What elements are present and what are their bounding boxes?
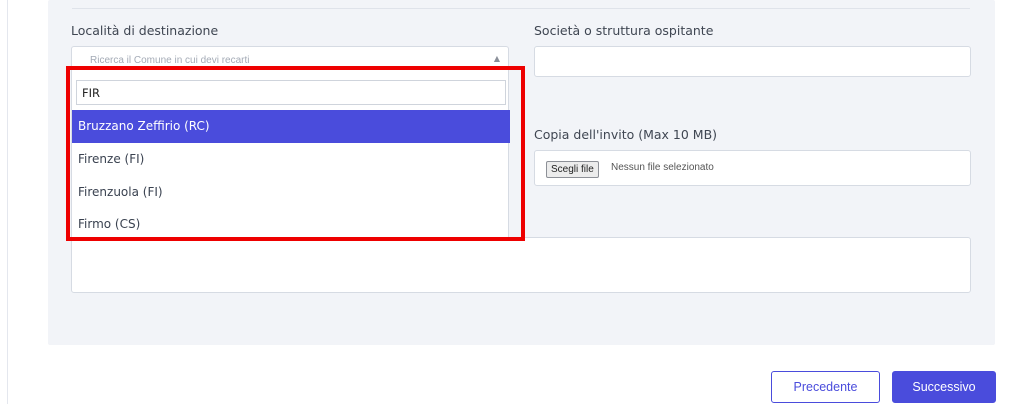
left-divider <box>7 0 8 404</box>
dropdown-option[interactable]: Bruzzano Zeffirio (RC) <box>72 110 510 143</box>
next-button[interactable]: Successivo <box>892 371 996 403</box>
dropdown-option[interactable]: Firenze (FI) <box>72 143 510 176</box>
destination-label: Località di destinazione <box>71 23 219 38</box>
invite-file-field: Scegli file Nessun file selezionato <box>534 150 971 186</box>
host-input[interactable] <box>534 46 971 77</box>
dropdown-option[interactable]: Firenzuola (FI) <box>72 176 510 209</box>
invite-label: Copia dell'invito (Max 10 MB) <box>534 127 718 142</box>
notes-textarea[interactable] <box>71 237 971 293</box>
choose-file-button[interactable]: Scegli file <box>546 161 599 178</box>
dropdown-search-input[interactable]: FIR <box>76 80 506 105</box>
file-status-text: Nessun file selezionato <box>611 162 714 173</box>
caret-up-icon: ▲ <box>493 54 500 63</box>
destination-select[interactable]: Ricerca il Comune in cui devi recarti ▲ <box>71 46 509 74</box>
destination-dropdown: FIR Bruzzano Zeffirio (RC) Firenze (FI) … <box>71 74 510 239</box>
previous-button[interactable]: Precedente <box>771 371 880 403</box>
previous-section-edge <box>72 0 970 9</box>
dropdown-search-value: FIR <box>82 86 100 100</box>
destination-placeholder: Ricerca il Comune in cui devi recarti <box>90 55 250 66</box>
host-label: Società o struttura ospitante <box>534 23 714 38</box>
